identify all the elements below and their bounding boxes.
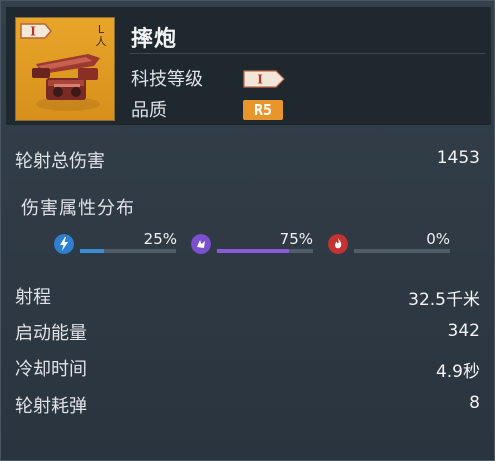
range-value: 32.5千米 <box>408 290 480 310</box>
lightning-icon <box>54 234 74 254</box>
thumb-tier-badge: I <box>20 23 52 39</box>
quality-label: 品质 <box>131 100 167 121</box>
header-divider <box>130 53 485 54</box>
ammo-cost-label: 轮射耗弹 <box>15 396 87 417</box>
thumb-tier-text: I <box>30 25 36 39</box>
damage-distribution-title: 伤害属性分布 <box>21 198 135 219</box>
fire-damage-bar <box>354 249 450 253</box>
weapon-name: 摔炮 <box>131 27 178 52</box>
cooldown-value: 4.9秒 <box>435 362 480 382</box>
weapon-info-panel: I L人 摔炮 科技等级 I 品质 R5 轮射总伤害 1453 伤害属性分布 2… <box>0 0 495 461</box>
explosive-damage-percent: 75% <box>279 230 313 248</box>
quality-badge: R5 <box>243 100 283 120</box>
explosive-damage-fill <box>217 249 289 253</box>
weapon-model-icon <box>32 54 100 111</box>
explosive-icon <box>191 234 211 254</box>
tech-level-label: 科技等级 <box>131 69 203 90</box>
weapon-header: I L人 摔炮 科技等级 I 品质 R5 <box>6 7 491 125</box>
cooldown-label: 冷却时间 <box>15 359 87 380</box>
lightning-damage-percent: 25% <box>143 230 177 248</box>
startup-energy-value: 342 <box>447 321 480 341</box>
total-damage-label: 轮射总伤害 <box>15 151 105 172</box>
lightning-damage-bar <box>80 249 176 253</box>
lightning-damage-fill <box>80 249 104 253</box>
startup-energy-label: 启动能量 <box>15 323 87 344</box>
explosive-damage-bar <box>217 249 313 253</box>
tech-level-value: I <box>257 73 263 87</box>
ammo-cost-value: 8 <box>469 393 480 413</box>
total-damage-value: 1453 <box>436 148 480 168</box>
tech-level-badge: I <box>243 70 285 88</box>
fire-icon <box>328 234 348 254</box>
fire-damage-percent: 0% <box>426 230 450 248</box>
weapon-thumbnail: I L人 <box>15 17 115 121</box>
range-label: 射程 <box>15 287 51 308</box>
